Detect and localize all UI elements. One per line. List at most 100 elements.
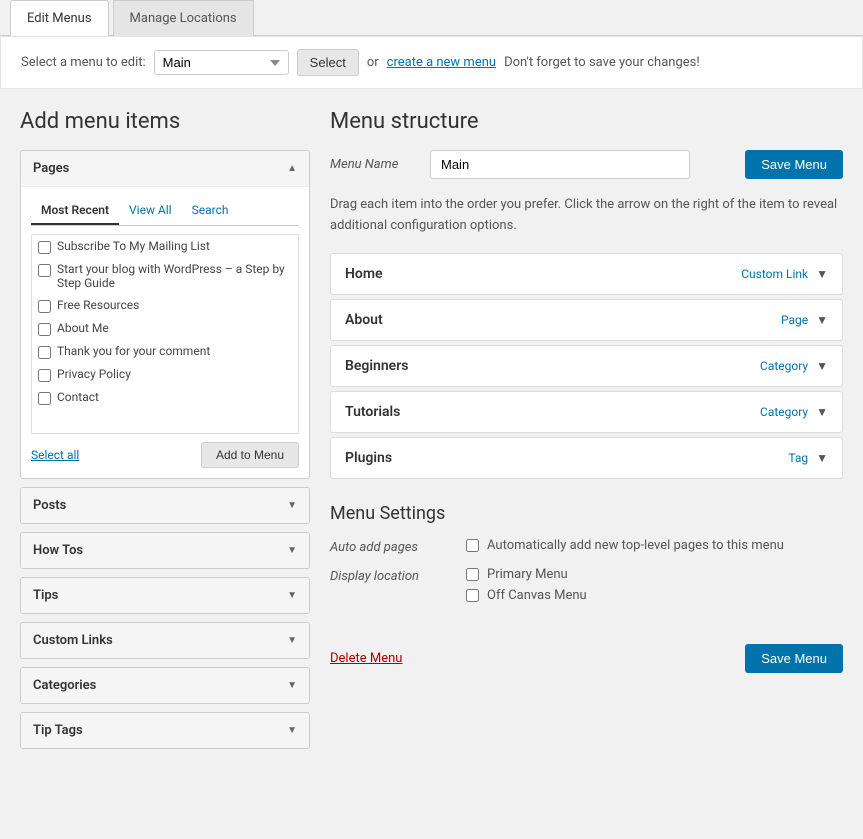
select-button[interactable]: Select [297,49,359,76]
accordion-tip-tags-header[interactable]: Tip Tags ▼ [21,713,309,748]
or-text: or [367,55,379,70]
accordion-custom-links-arrow: ▼ [287,635,297,646]
list-item: Privacy Policy [32,363,298,386]
accordion-tips: Tips ▼ [20,577,310,614]
menu-name-label: Menu Name [330,157,420,172]
menu-name-row: Menu Name Save Menu [330,150,843,179]
accordion-posts-header[interactable]: Posts ▼ [21,488,309,523]
auto-add-description[interactable]: Automatically add new top-level pages to… [487,538,784,553]
auto-add-content: Automatically add new top-level pages to… [466,538,784,553]
accordion-custom-links-header[interactable]: Custom Links ▼ [21,623,309,658]
auto-add-label: Auto add pages [330,538,450,555]
menu-item-beginners-type: Category [760,359,808,373]
menu-item-tutorials-label: Tutorials [345,404,400,420]
tab-most-recent[interactable]: Most Recent [31,197,119,225]
menu-item-about-expand[interactable]: ▼ [816,313,828,327]
display-location-row: Display location Primary Menu Off Canvas… [330,567,843,603]
page-checkbox-1[interactable] [38,241,51,254]
menu-item-plugins-type: Tag [788,451,808,465]
accordion-tips-label: Tips [33,588,58,603]
menu-item-plugins-expand[interactable]: ▼ [816,451,828,465]
page-checkbox-5[interactable] [38,346,51,359]
page-label-2[interactable]: Start your blog with WordPress – a Step … [57,262,292,290]
menu-item-tutorials[interactable]: Tutorials Category ▼ [330,391,843,433]
accordion-pages-arrow: ▲ [287,163,297,174]
select-menu-bar: Select a menu to edit: Main Primary Menu… [0,36,863,89]
main-content: Add menu items Pages ▲ Most Recent View … [0,89,863,777]
list-item: Thank you for your comment [32,340,298,363]
menu-item-about[interactable]: About Page ▼ [330,299,843,341]
accordion-tips-header[interactable]: Tips ▼ [21,578,309,613]
off-canvas-menu-row: Off Canvas Menu [466,588,587,603]
menu-item-about-right: Page ▼ [781,313,828,327]
accordion-categories-label: Categories [33,678,96,693]
menu-settings: Menu Settings Auto add pages Automatical… [330,503,843,603]
accordion-categories-header[interactable]: Categories ▼ [21,668,309,703]
page-checkbox-7[interactable] [38,392,51,405]
accordion-pages-header[interactable]: Pages ▲ [21,151,309,186]
list-item: About Me [32,317,298,340]
list-item: Subscribe To My Mailing List [32,235,298,258]
menu-item-tutorials-right: Category ▼ [760,405,828,419]
menu-item-beginners-expand[interactable]: ▼ [816,359,828,373]
off-canvas-menu-checkbox[interactable] [466,589,479,602]
page-label-7[interactable]: Contact [57,390,99,404]
menu-item-plugins[interactable]: Plugins Tag ▼ [330,437,843,479]
save-menu-button-top[interactable]: Save Menu [745,150,843,179]
add-to-menu-button[interactable]: Add to Menu [201,442,299,468]
list-item: Start your blog with WordPress – a Step … [32,258,298,294]
page-label-4[interactable]: About Me [57,321,109,335]
menu-name-input[interactable] [430,150,690,179]
menu-structure-title: Menu structure [330,109,843,134]
auto-add-row: Auto add pages Automatically add new top… [330,538,843,555]
menu-item-home-label: Home [345,266,383,282]
menu-item-about-label: About [345,312,383,328]
display-location-content: Primary Menu Off Canvas Menu [466,567,587,603]
page-list: Subscribe To My Mailing List Start your … [31,234,299,434]
menu-item-tutorials-expand[interactable]: ▼ [816,405,828,419]
accordion-tip-tags-arrow: ▼ [287,725,297,736]
off-canvas-menu-label[interactable]: Off Canvas Menu [487,588,587,603]
primary-menu-label[interactable]: Primary Menu [487,567,568,582]
menu-settings-title: Menu Settings [330,503,843,524]
right-panel: Menu structure Menu Name Save Menu Drag … [330,109,843,673]
tab-search[interactable]: Search [182,197,239,225]
create-new-menu-link[interactable]: create a new menu [387,55,496,70]
auto-add-checkbox[interactable] [466,539,479,552]
primary-menu-row: Primary Menu [466,567,587,582]
accordion-custom-links-label: Custom Links [33,633,113,648]
delete-menu-link[interactable]: Delete Menu [330,651,402,666]
accordion-custom-links: Custom Links ▼ [20,622,310,659]
page-label-3[interactable]: Free Resources [57,298,139,312]
page-checkbox-4[interactable] [38,323,51,336]
tab-view-all[interactable]: View All [119,197,182,225]
menu-item-beginners[interactable]: Beginners Category ▼ [330,345,843,387]
menu-item-home[interactable]: Home Custom Link ▼ [330,253,843,295]
page-label-1[interactable]: Subscribe To My Mailing List [57,239,210,253]
accordion-posts-label: Posts [33,498,66,513]
menu-item-home-right: Custom Link ▼ [741,267,828,281]
accordion-pages-footer: Select all Add to Menu [31,442,299,468]
accordion-pages-body: Most Recent View All Search Subscribe To… [21,186,309,478]
select-menu-label: Select a menu to edit: [21,55,146,70]
display-location-label: Display location [330,567,450,584]
page-checkbox-2[interactable] [38,264,51,277]
list-item: Contact [32,386,298,409]
page-label-6[interactable]: Privacy Policy [57,367,131,381]
menu-item-beginners-right: Category ▼ [760,359,828,373]
save-menu-button-bottom[interactable]: Save Menu [745,644,843,673]
save-notice: Don't forget to save your changes! [504,55,700,70]
pages-tabs: Most Recent View All Search [31,197,299,226]
accordion-how-tos-header[interactable]: How Tos ▼ [21,533,309,568]
tab-manage-locations[interactable]: Manage Locations [113,0,254,36]
auto-add-content-row: Automatically add new top-level pages to… [466,538,784,553]
tab-edit-menus[interactable]: Edit Menus [10,0,109,36]
menu-item-home-expand[interactable]: ▼ [816,267,828,281]
menu-select-dropdown[interactable]: Main Primary Menu Off Canvas Menu [154,50,289,75]
page-checkbox-3[interactable] [38,300,51,313]
select-all-link[interactable]: Select all [31,448,79,462]
page-label-5[interactable]: Thank you for your comment [57,344,210,358]
primary-menu-checkbox[interactable] [466,568,479,581]
page-checkbox-6[interactable] [38,369,51,382]
tab-bar: Edit Menus Manage Locations [0,0,863,36]
